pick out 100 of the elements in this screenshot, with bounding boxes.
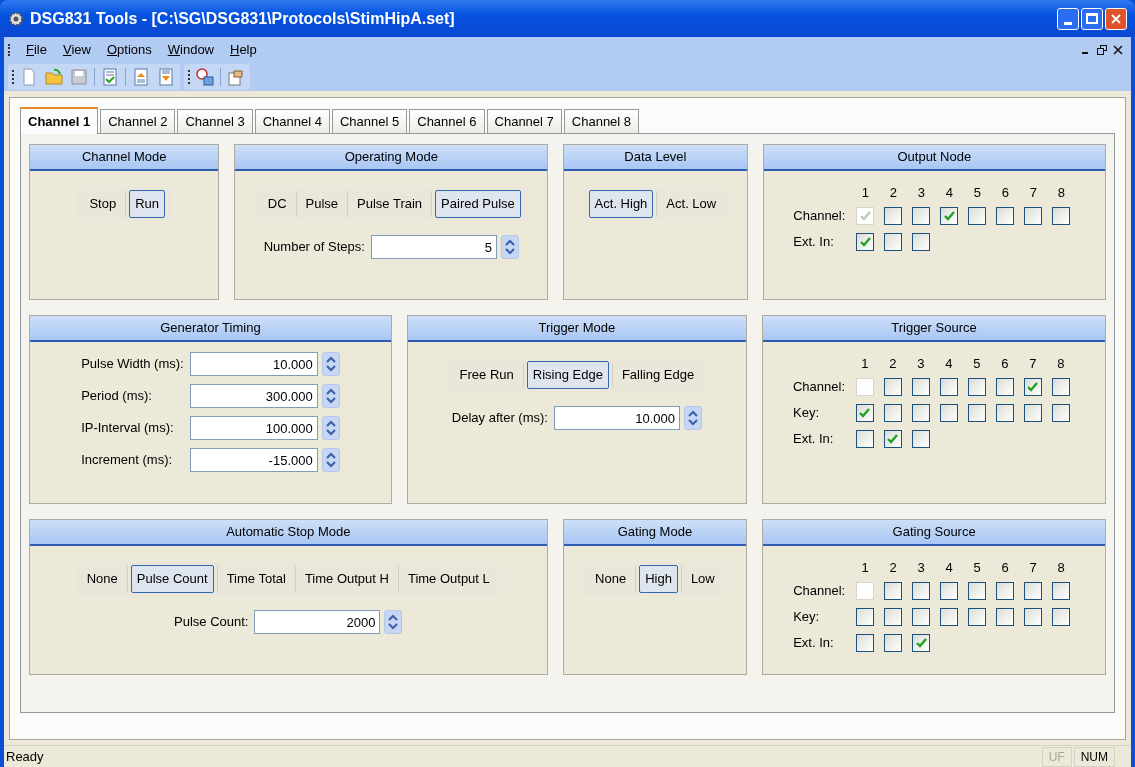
checkbox[interactable] [912, 233, 931, 251]
checkbox[interactable] [884, 608, 903, 626]
checkbox[interactable] [1024, 207, 1043, 225]
checkbox[interactable] [968, 582, 987, 600]
checkbox[interactable] [996, 608, 1015, 626]
channel-tab[interactable]: Channel 5 [331, 109, 408, 133]
mode-option[interactable]: Rising Edge [526, 361, 609, 389]
menu-item[interactable]: Help [222, 40, 265, 60]
checkbox[interactable] [940, 608, 959, 626]
menu-item[interactable]: View [54, 40, 99, 60]
checkbox[interactable] [940, 582, 959, 600]
checkbox[interactable] [1024, 582, 1043, 600]
minimize-button[interactable] [1057, 7, 1079, 30]
checkbox[interactable] [1052, 582, 1071, 600]
checkbox[interactable] [940, 404, 958, 422]
mode-option[interactable]: Stop [83, 190, 123, 218]
maximize-button[interactable] [1081, 7, 1103, 30]
number-field[interactable]: 2000 [254, 610, 381, 634]
menu-item[interactable]: Window [159, 40, 222, 60]
checkbox[interactable] [884, 207, 903, 225]
checkbox[interactable] [884, 582, 903, 600]
mode-option[interactable]: Free Run [453, 361, 520, 389]
spin-buttons[interactable] [500, 235, 519, 259]
close-icon[interactable] [1113, 45, 1123, 55]
checkbox[interactable] [884, 634, 903, 652]
mode-option[interactable]: Pulse Count [130, 565, 214, 593]
spin-buttons[interactable] [683, 406, 702, 430]
spin-buttons[interactable] [321, 448, 340, 472]
mode-option[interactable]: Act. High [588, 190, 654, 218]
checkbox[interactable] [856, 404, 874, 422]
number-field[interactable]: 100.000 [189, 416, 318, 440]
mode-option[interactable]: Time Total [220, 565, 292, 593]
mode-option[interactable]: Paired Pulse [435, 190, 521, 218]
checkbox[interactable] [856, 430, 874, 448]
menu-item[interactable]: File [18, 40, 55, 60]
checkbox[interactable] [856, 233, 875, 251]
panel-header: Gating Source [763, 520, 1105, 546]
checkbox[interactable] [996, 582, 1015, 600]
mode-option[interactable]: Run [129, 190, 165, 218]
checkbox[interactable] [1052, 207, 1071, 225]
number-field[interactable]: -15.000 [189, 448, 318, 472]
checkbox[interactable] [1052, 378, 1070, 396]
checkbox[interactable] [912, 378, 930, 396]
checkbox[interactable] [940, 378, 958, 396]
checkbox[interactable] [968, 207, 987, 225]
checkbox[interactable] [940, 207, 959, 225]
checkbox[interactable] [856, 608, 875, 626]
mode-option[interactable]: Act. Low [660, 190, 723, 218]
checkbox[interactable] [912, 608, 931, 626]
checkbox[interactable] [996, 404, 1014, 422]
checkbox[interactable] [996, 378, 1014, 396]
checkbox[interactable] [884, 404, 902, 422]
number-field[interactable]: 10.000 [553, 406, 680, 430]
checkbox[interactable] [968, 378, 986, 396]
checkbox[interactable] [968, 404, 986, 422]
restore-icon[interactable] [1097, 45, 1107, 55]
mode-option[interactable]: Falling Edge [615, 361, 701, 389]
checkbox[interactable] [1052, 404, 1070, 422]
channel-tab[interactable]: Channel 4 [254, 109, 330, 133]
checkbox[interactable] [884, 233, 903, 251]
channel-tab[interactable]: Channel 8 [563, 109, 640, 133]
mode-option[interactable]: Low [684, 565, 721, 593]
checkbox[interactable] [912, 404, 930, 422]
number-field[interactable]: 10.000 [189, 352, 318, 376]
mode-option[interactable]: Pulse [299, 190, 345, 218]
channel-tab[interactable]: Channel 2 [100, 109, 176, 133]
checkbox[interactable] [912, 582, 931, 600]
checkbox[interactable] [1024, 378, 1042, 396]
menu-item[interactable]: Options [98, 40, 160, 60]
checkbox[interactable] [1024, 608, 1043, 626]
checkbox[interactable] [1052, 608, 1071, 626]
spin-buttons[interactable] [384, 610, 403, 634]
mode-option[interactable]: High [639, 565, 678, 593]
mode-option[interactable]: None [80, 565, 124, 593]
checkbox[interactable] [912, 634, 931, 652]
checkbox[interactable] [856, 634, 875, 652]
mode-option[interactable]: Time Output L [401, 565, 496, 593]
mode-option[interactable]: DC [261, 190, 293, 218]
channel-tab[interactable]: Channel 7 [486, 109, 562, 133]
checkbox[interactable] [996, 207, 1015, 225]
checkbox[interactable] [884, 378, 902, 396]
checkbox[interactable] [884, 430, 902, 448]
spin-buttons[interactable] [321, 384, 340, 408]
number-field[interactable]: 300.000 [189, 384, 318, 408]
spin-buttons[interactable] [321, 416, 340, 440]
channel-tab[interactable]: Channel 3 [177, 109, 253, 133]
close-button[interactable] [1105, 7, 1127, 30]
number-field[interactable]: 5 [370, 235, 497, 259]
checkbox[interactable] [1024, 404, 1042, 422]
checkbox[interactable] [912, 207, 931, 225]
mode-option[interactable]: Time Output H [298, 565, 395, 593]
mode-option[interactable]: None [589, 565, 633, 593]
mode-option[interactable]: Pulse Train [351, 190, 429, 218]
checklist-icon[interactable] [100, 67, 120, 87]
column-number: 7 [1028, 356, 1038, 371]
checkbox[interactable] [912, 430, 930, 448]
channel-tab[interactable]: Channel 6 [409, 109, 485, 133]
spin-buttons[interactable] [321, 352, 340, 376]
channel-tab[interactable]: Channel 1 [20, 107, 99, 134]
checkbox[interactable] [968, 608, 987, 626]
